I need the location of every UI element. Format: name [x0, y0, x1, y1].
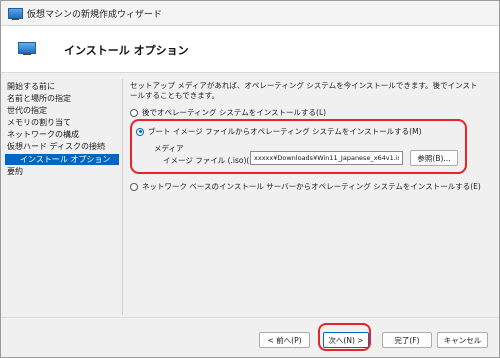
radio-indicator[interactable]: [130, 108, 138, 117]
finish-button[interactable]: 完了(F): [382, 332, 432, 348]
installation-options-panel: セットアップ メディアがあれば、オペレーティング システムを今インストールできま…: [130, 73, 490, 313]
radio-install-from-image[interactable]: ブート イメージ ファイルからオペレーティング システムをインストールする(M): [136, 126, 422, 137]
radio-install-later[interactable]: 後でオペレーティング システムをインストールする(L): [130, 107, 326, 118]
browse-button[interactable]: 参照(B)...: [410, 150, 458, 166]
step-summary[interactable]: 要約: [7, 166, 23, 177]
radio-install-later-label: 後でオペレーティング システムをインストールする(L): [142, 108, 327, 117]
step-network[interactable]: ネットワークの構成: [7, 129, 79, 140]
divider: [122, 79, 123, 315]
radio-indicator[interactable]: [130, 182, 138, 191]
step-generation[interactable]: 世代の指定: [7, 105, 47, 116]
page-title: インストール オプション: [64, 44, 189, 57]
window-title: 仮想マシンの新規作成ウィザード: [27, 10, 163, 20]
title-bar: 仮想マシンの新規作成ウィザード: [1, 1, 499, 26]
wizard-window: 仮想マシンの新規作成ウィザード インストール オプション 開始する前に 名前と場…: [0, 0, 500, 358]
monitor-icon: [18, 42, 36, 55]
virtual-machine-icon: [8, 8, 23, 20]
radio-install-from-network[interactable]: ネットワーク ベースのインストール サーバーからオペレーティング システムをイン…: [130, 181, 481, 192]
step-name-location[interactable]: 名前と場所の指定: [7, 93, 71, 104]
step-before-you-begin[interactable]: 開始する前に: [7, 81, 55, 92]
step-virtual-disk[interactable]: 仮想ハード ディスクの接続: [7, 141, 105, 152]
step-memory[interactable]: メモリの割り当て: [7, 117, 71, 128]
back-button[interactable]: < 前へ(P): [259, 332, 310, 348]
image-file-label: イメージ ファイル (.iso)(I):: [163, 156, 258, 165]
description-text: セットアップ メディアがあれば、オペレーティング システムを今インストールできま…: [130, 81, 478, 100]
media-label: メディア: [154, 144, 184, 153]
wizard-steps: 開始する前に 名前と場所の指定 世代の指定 メモリの割り当て ネットワークの構成…: [1, 73, 122, 317]
radio-install-from-network-label: ネットワーク ベースのインストール サーバーからオペレーティング システムをイン…: [142, 182, 481, 191]
next-button[interactable]: 次へ(N) >: [323, 332, 369, 348]
image-file-input[interactable]: [250, 151, 403, 165]
radio-indicator-checked[interactable]: [136, 127, 144, 136]
cancel-button[interactable]: キャンセル: [437, 332, 488, 348]
page-header: インストール オプション: [1, 26, 499, 73]
step-installation-options[interactable]: インストール オプション: [5, 154, 119, 165]
radio-install-from-image-label: ブート イメージ ファイルからオペレーティング システムをインストールする(M): [148, 127, 422, 136]
button-bar: < 前へ(P) 次へ(N) > 完了(F) キャンセル: [1, 317, 499, 357]
